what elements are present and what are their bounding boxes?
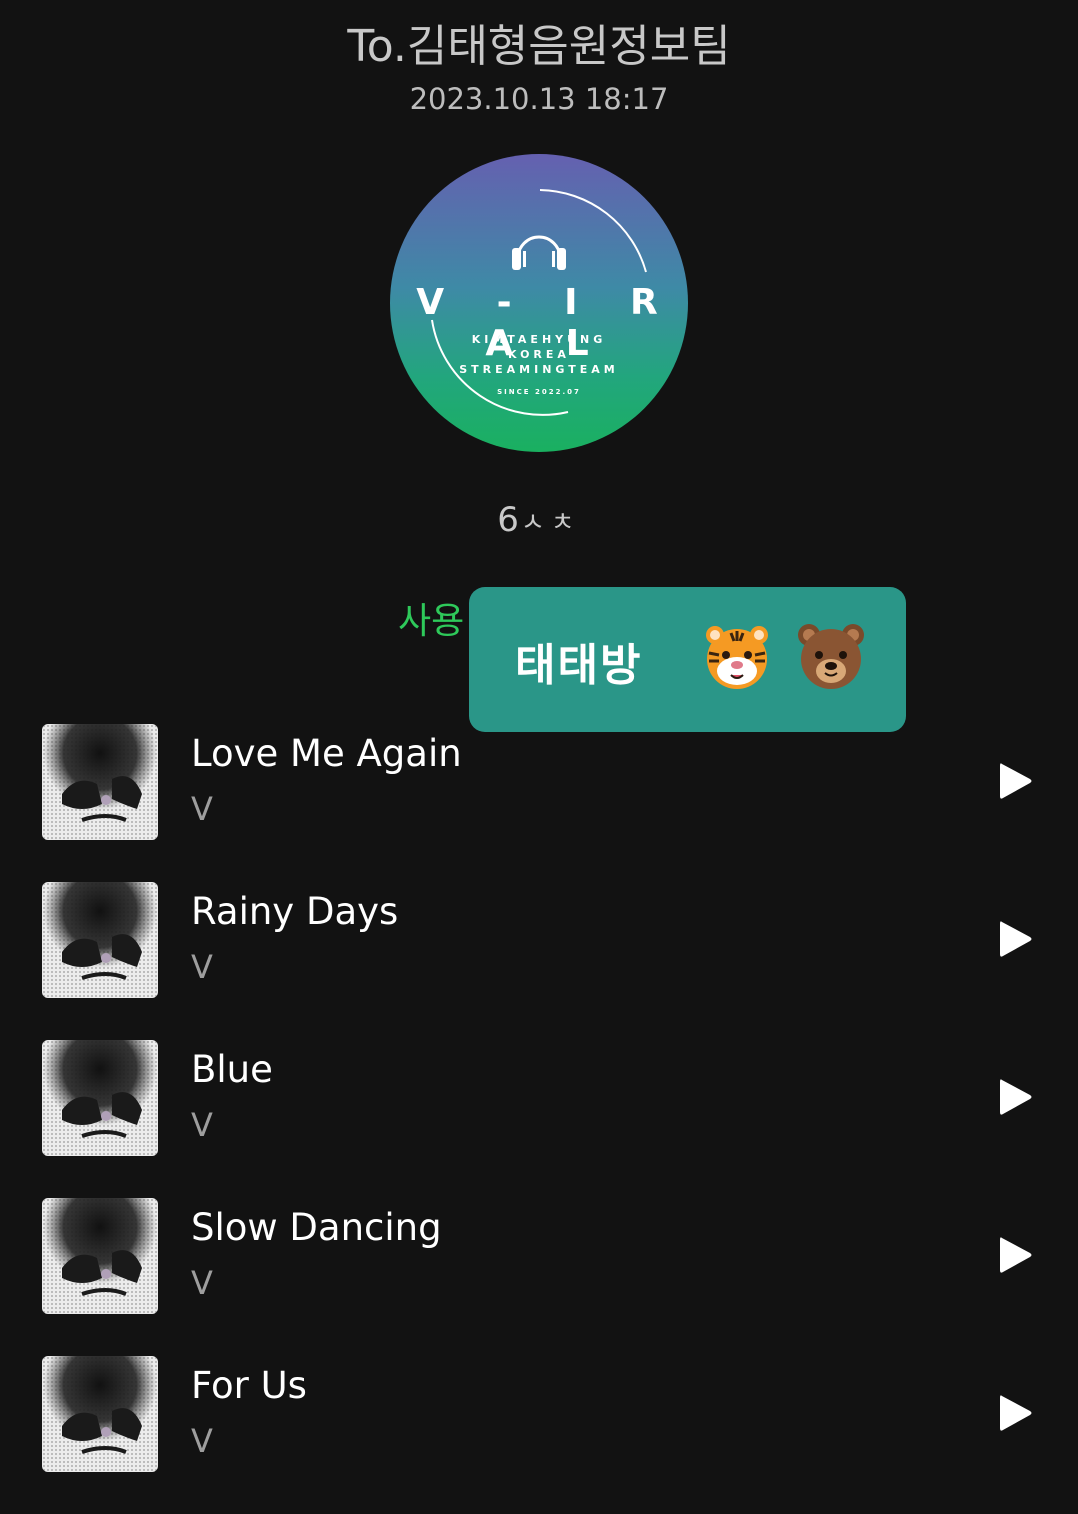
tiger-face-icon bbox=[706, 626, 768, 689]
header: To.김태형음원정보팀 2023.10.13 18:17 bbox=[0, 18, 1078, 118]
album-art bbox=[42, 882, 158, 998]
play-icon[interactable] bbox=[992, 1390, 1038, 1436]
track-title: Blue bbox=[191, 1048, 273, 1091]
play-icon[interactable] bbox=[992, 1074, 1038, 1120]
bear-face-icon bbox=[798, 624, 864, 689]
track-row[interactable]: Slow Dancing V bbox=[0, 1196, 1078, 1354]
play-icon[interactable] bbox=[992, 758, 1038, 804]
member-count-number: 6 bbox=[497, 500, 521, 540]
track-row[interactable]: For Us V bbox=[0, 1354, 1078, 1512]
album-art bbox=[42, 1198, 158, 1314]
album-art bbox=[42, 1356, 158, 1472]
room-badge[interactable]: 태태방 bbox=[469, 587, 906, 732]
logo-since: SINCE 2022.07 bbox=[497, 388, 581, 396]
room-name: 태태방 bbox=[515, 640, 643, 691]
track-title: Love Me Again bbox=[191, 732, 462, 775]
play-icon[interactable] bbox=[992, 1232, 1038, 1278]
track-artist: V bbox=[191, 1264, 213, 1302]
logo-subtitle: KIMTAEHYUNG KOREA STREAMINGTEAM bbox=[459, 333, 619, 376]
track-row[interactable]: Love Me Again V bbox=[0, 722, 1078, 880]
track-row[interactable]: Rainy Days V bbox=[0, 880, 1078, 1038]
member-count: 6ㅅㅊ bbox=[0, 500, 1078, 540]
track-artist: V bbox=[191, 790, 213, 828]
album-art bbox=[42, 1040, 158, 1156]
track-title: Slow Dancing bbox=[191, 1206, 442, 1249]
play-icon[interactable] bbox=[992, 916, 1038, 962]
track-artist: V bbox=[191, 1422, 213, 1460]
track-artist: V bbox=[191, 948, 213, 986]
track-title: For Us bbox=[191, 1364, 307, 1407]
timestamp: 2023.10.13 18:17 bbox=[409, 82, 669, 116]
album-art bbox=[42, 724, 158, 840]
page-title: To.김태형음원정보팀 bbox=[347, 21, 731, 72]
track-row[interactable]: Blue V bbox=[0, 1038, 1078, 1196]
track-title: Rainy Days bbox=[191, 890, 399, 933]
team-logo: V - I R A L KIMTAEHYUNG KOREA STREAMINGT… bbox=[390, 154, 688, 452]
track-artist: V bbox=[191, 1106, 213, 1144]
member-count-suffix: ㅅㅊ bbox=[520, 508, 581, 538]
track-list: Love Me Again V Rainy Days V Blue V Slow… bbox=[0, 722, 1078, 1512]
